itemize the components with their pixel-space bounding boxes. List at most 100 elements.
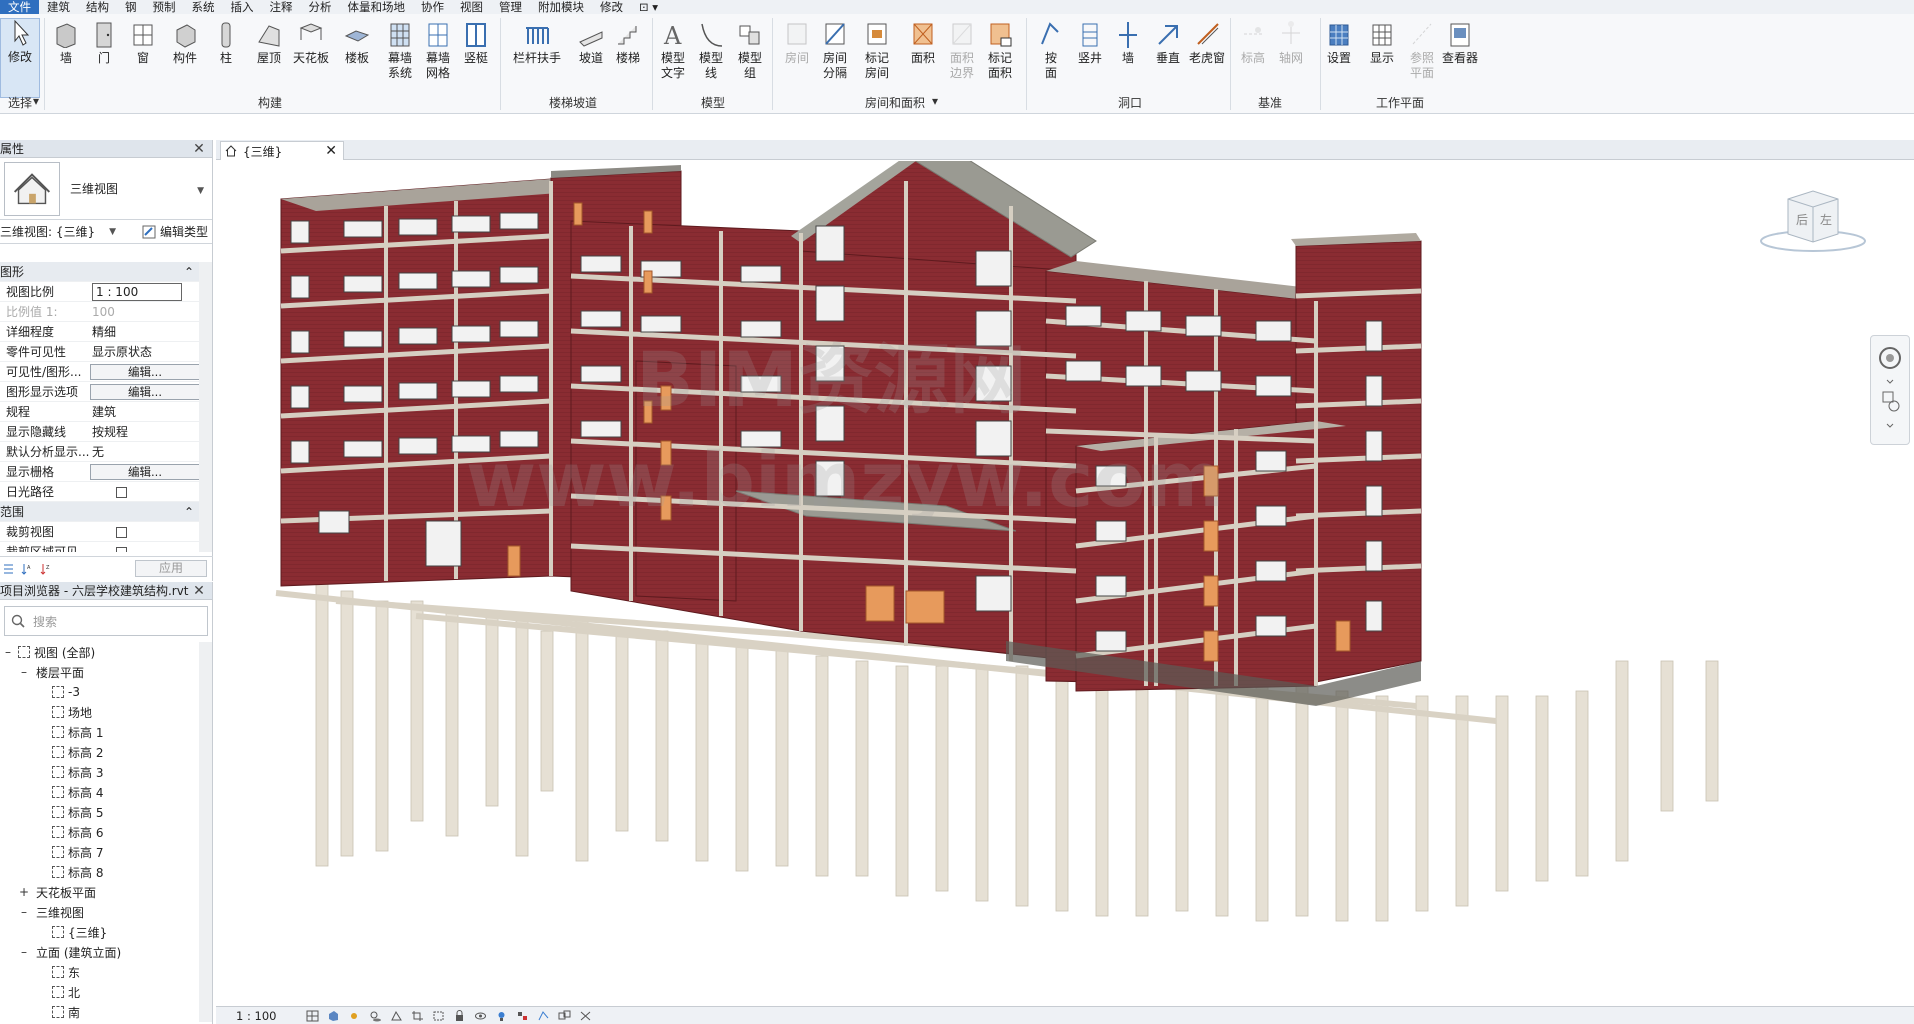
render-icon[interactable] bbox=[390, 1010, 403, 1022]
ribbon-button-floor[interactable]: 楼板 bbox=[337, 20, 377, 66]
crop-region-icon[interactable] bbox=[432, 1010, 445, 1022]
menu-item[interactable]: 体量和场地 bbox=[340, 0, 414, 14]
chevron-down-icon[interactable]: ▼ bbox=[109, 227, 116, 237]
viewcube-face-back[interactable]: 后 bbox=[1796, 213, 1808, 227]
tree-item[interactable]: 标高 1 bbox=[0, 722, 200, 742]
ribbon-button-model-text[interactable]: A 模型 文字 bbox=[653, 20, 693, 81]
checkbox[interactable] bbox=[116, 486, 127, 498]
chevron-down-icon[interactable] bbox=[1886, 379, 1894, 384]
chevron-down-icon[interactable]: ▾ bbox=[33, 94, 39, 108]
view-scale-field[interactable]: 1 : 100 bbox=[92, 282, 182, 301]
edit-button[interactable]: 编辑... bbox=[90, 463, 200, 480]
collapse-icon[interactable]: – bbox=[18, 665, 30, 679]
menu-item[interactable]: 预制 bbox=[145, 0, 184, 14]
detail-level-icon[interactable] bbox=[306, 1010, 319, 1022]
tree-item[interactable]: 标高 2 bbox=[0, 742, 200, 762]
search-input[interactable]: 搜索 bbox=[4, 606, 208, 636]
sun-path-icon[interactable] bbox=[348, 1010, 361, 1022]
ribbon-button-show-workplane[interactable]: 显示 bbox=[1362, 20, 1402, 66]
ribbon-button-curtain-grid[interactable]: 幕墙 网格 bbox=[418, 20, 458, 81]
contextual-tab-icon[interactable]: ⊡ ▾ bbox=[631, 0, 666, 14]
ribbon-button-area-boundary[interactable]: 面积 边界 bbox=[942, 20, 982, 81]
tree-item[interactable]: 场地 bbox=[0, 702, 200, 722]
sort-ascending-icon[interactable]: A bbox=[21, 563, 34, 575]
tree-item[interactable]: 标高 8 bbox=[0, 862, 200, 882]
viewcube-face-left[interactable]: 左 bbox=[1820, 212, 1832, 227]
properties-scrollbar[interactable] bbox=[199, 262, 212, 552]
ribbon-button-shaft[interactable]: 竖井 bbox=[1070, 20, 1110, 66]
constraints-icon[interactable] bbox=[579, 1010, 592, 1022]
worksharing-icon[interactable] bbox=[516, 1010, 529, 1022]
collapse-icon[interactable]: ⌃ bbox=[184, 265, 194, 279]
ribbon-button-room-separator[interactable]: 房间 分隔 bbox=[815, 20, 855, 81]
tree-folder[interactable]: + 天花板平面 bbox=[0, 882, 200, 902]
sort-descending-icon[interactable]: Z bbox=[40, 563, 53, 575]
edit-button[interactable]: 编辑... bbox=[90, 363, 200, 380]
ribbon-button-component[interactable]: 构件 bbox=[165, 20, 205, 66]
ribbon-button-tag-area[interactable]: 标记 面积 bbox=[980, 20, 1020, 81]
tree-folder[interactable]: – 立面 (建筑立面) bbox=[0, 942, 200, 962]
highlight-displacement-icon[interactable] bbox=[558, 1010, 571, 1022]
temporary-hide-icon[interactable] bbox=[474, 1010, 487, 1022]
3d-viewport[interactable]: BIM资源网 www.bimzyw.com 后 左 bbox=[216, 161, 1914, 1006]
menu-item[interactable]: 分析 bbox=[301, 0, 340, 14]
close-icon[interactable]: ✕ bbox=[192, 141, 206, 157]
checkbox[interactable] bbox=[116, 546, 127, 552]
visual-style-icon[interactable] bbox=[327, 1010, 340, 1022]
ribbon-button-model-line[interactable]: 模型 线 bbox=[691, 20, 731, 81]
menu-item[interactable]: 协作 bbox=[413, 0, 452, 14]
tree-item[interactable]: 标高 6 bbox=[0, 822, 200, 842]
type-selector[interactable]: 三维视图 ▼ bbox=[0, 158, 212, 220]
close-icon[interactable]: ✕ bbox=[325, 143, 337, 159]
chevron-down-icon[interactable]: ▾ bbox=[932, 94, 938, 108]
menu-item[interactable]: 视图 bbox=[452, 0, 491, 14]
close-icon[interactable]: ✕ bbox=[192, 583, 206, 599]
tree-item[interactable]: 标高 4 bbox=[0, 782, 200, 802]
ribbon-button-room[interactable]: 房间 bbox=[777, 20, 817, 66]
ribbon-button-dormer[interactable]: 老虎窗 bbox=[1187, 20, 1227, 66]
ribbon-button-grid[interactable]: 轴网 bbox=[1271, 20, 1311, 66]
ribbon-button-model-group[interactable]: 模型 组 bbox=[730, 20, 770, 81]
edit-button[interactable]: 编辑... bbox=[90, 383, 200, 400]
checkbox[interactable] bbox=[116, 526, 127, 538]
tree-folder[interactable]: – 视图 (全部) bbox=[0, 642, 200, 662]
collapse-icon[interactable]: – bbox=[2, 645, 14, 659]
tree-folder[interactable]: – 三维视图 bbox=[0, 902, 200, 922]
property-category[interactable]: 范围 ⌃ bbox=[0, 502, 200, 522]
ribbon-button-wall-opening[interactable]: 墙 bbox=[1108, 20, 1148, 66]
reveal-hidden-icon[interactable] bbox=[495, 1010, 508, 1022]
tree-item[interactable]: 东 bbox=[0, 962, 200, 982]
ribbon-button-ceiling[interactable]: 天花板 bbox=[291, 20, 331, 66]
collapse-icon[interactable]: ⌃ bbox=[184, 505, 194, 519]
collapse-icon[interactable]: – bbox=[18, 945, 30, 959]
menu-item[interactable]: 钢 bbox=[117, 0, 145, 14]
shadows-icon[interactable] bbox=[369, 1010, 382, 1022]
sort-categorized-icon[interactable] bbox=[2, 563, 15, 575]
ribbon-button-mullion[interactable]: 竖梃 bbox=[456, 20, 496, 66]
menu-item[interactable]: 管理 bbox=[491, 0, 530, 14]
tab-3d-view[interactable]: {三维} ✕ bbox=[220, 141, 344, 160]
analytical-model-icon[interactable] bbox=[537, 1010, 550, 1022]
lock-3d-view-icon[interactable] bbox=[453, 1009, 466, 1022]
menu-item[interactable]: 注释 bbox=[262, 0, 301, 14]
browser-scrollbar[interactable] bbox=[199, 642, 212, 1022]
ribbon-button-door[interactable]: 门 bbox=[84, 20, 124, 66]
menu-item[interactable]: 建筑 bbox=[39, 0, 78, 14]
tree-item[interactable]: 标高 3 bbox=[0, 762, 200, 782]
ribbon-button-modify-arrow[interactable]: 修改 bbox=[0, 18, 40, 98]
ribbon-button-set-workplane[interactable]: 设置 bbox=[1319, 20, 1359, 66]
ribbon-button-roof[interactable]: 屋顶 bbox=[249, 20, 289, 66]
tree-item[interactable]: 标高 5 bbox=[0, 802, 200, 822]
menu-item[interactable]: 插入 bbox=[223, 0, 262, 14]
property-category[interactable]: 图形 ⌃ bbox=[0, 262, 200, 282]
ribbon-button-viewer[interactable]: 查看器 bbox=[1440, 20, 1480, 66]
tree-item[interactable]: 标高 7 bbox=[0, 842, 200, 862]
ribbon-button-stair[interactable]: 楼梯 bbox=[608, 20, 648, 66]
tree-folder[interactable]: – 楼层平面 bbox=[0, 662, 200, 682]
ribbon-button-ramp[interactable]: 坡道 bbox=[571, 20, 611, 66]
apply-button[interactable]: 应用 bbox=[135, 560, 207, 577]
menu-item[interactable]: 结构 bbox=[78, 0, 117, 14]
ribbon-button-railing[interactable]: 栏杆扶手 bbox=[513, 20, 561, 66]
menu-item[interactable]: 系统 bbox=[184, 0, 223, 14]
edit-type-button[interactable]: 编辑类型 bbox=[142, 223, 208, 240]
